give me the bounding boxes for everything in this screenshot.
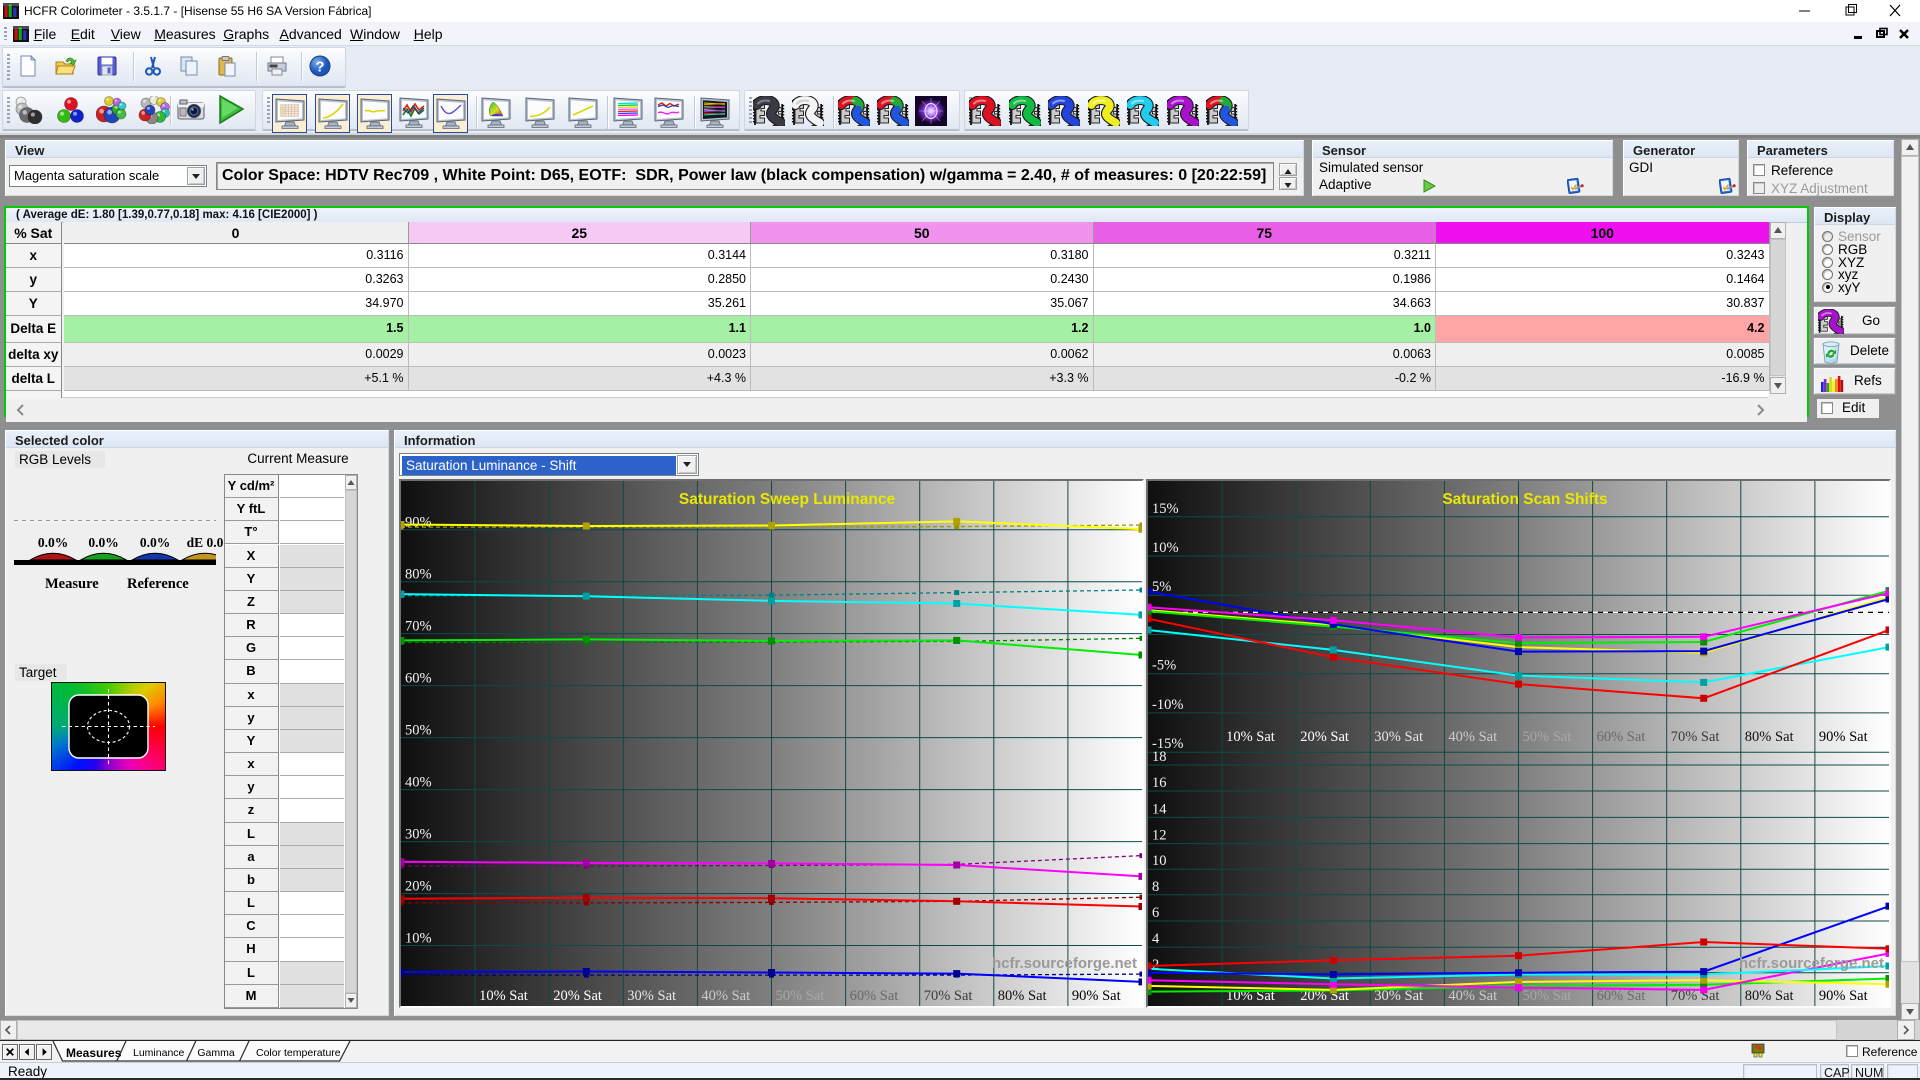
svg-text:40% Sat: 40% Sat: [1448, 729, 1497, 745]
svg-text:10%: 10%: [1152, 540, 1179, 556]
svg-text:18: 18: [1152, 749, 1167, 765]
svg-text:15%: 15%: [1152, 501, 1179, 517]
svg-text:30% Sat: 30% Sat: [627, 988, 676, 1004]
svg-text:80% Sat: 80% Sat: [1745, 988, 1794, 1004]
svg-text:90%: 90%: [405, 515, 432, 531]
svg-text:hcfr.sourceforge.net: hcfr.sourceforge.net: [992, 955, 1137, 972]
svg-text:60%: 60%: [405, 671, 432, 687]
svg-text:60% Sat: 60% Sat: [850, 988, 899, 1004]
svg-text:30% Sat: 30% Sat: [1374, 729, 1423, 745]
svg-text:20% Sat: 20% Sat: [553, 988, 602, 1004]
svg-text:50% Sat: 50% Sat: [1523, 988, 1572, 1004]
svg-text:90% Sat: 90% Sat: [1819, 988, 1868, 1004]
svg-text:12: 12: [1152, 828, 1167, 844]
svg-text:70%: 70%: [405, 619, 432, 635]
svg-text:50% Sat: 50% Sat: [776, 988, 825, 1004]
svg-text:90% Sat: 90% Sat: [1819, 729, 1868, 745]
svg-text:hcfr.sourceforge.net: hcfr.sourceforge.net: [1739, 955, 1884, 972]
svg-text:40% Sat: 40% Sat: [701, 988, 750, 1004]
svg-text:20% Sat: 20% Sat: [1300, 729, 1349, 745]
svg-text:16: 16: [1152, 775, 1167, 791]
svg-text:80% Sat: 80% Sat: [998, 988, 1047, 1004]
svg-text:60% Sat: 60% Sat: [1597, 729, 1646, 745]
svg-text:50%: 50%: [405, 723, 432, 739]
svg-text:10%: 10%: [405, 931, 432, 947]
svg-text:-10%: -10%: [1152, 697, 1183, 713]
svg-text:?: ?: [315, 59, 324, 76]
svg-text:70% Sat: 70% Sat: [1671, 729, 1720, 745]
svg-text:20%: 20%: [405, 879, 432, 895]
svg-text:-5%: -5%: [1152, 658, 1176, 674]
svg-text:90% Sat: 90% Sat: [1072, 988, 1121, 1004]
svg-text:10: 10: [1152, 853, 1167, 869]
svg-text:4: 4: [1152, 931, 1160, 947]
svg-text:Saturation Scan Shifts: Saturation Scan Shifts: [1442, 491, 1607, 508]
svg-text:40%: 40%: [405, 775, 432, 791]
svg-text:60% Sat: 60% Sat: [1597, 988, 1646, 1004]
svg-text:30%: 30%: [405, 827, 432, 843]
svg-text:10% Sat: 10% Sat: [1226, 729, 1275, 745]
svg-text:6: 6: [1152, 905, 1159, 921]
svg-text:14: 14: [1152, 801, 1167, 817]
svg-text:30% Sat: 30% Sat: [1374, 988, 1423, 1004]
svg-text:8: 8: [1152, 879, 1159, 895]
svg-text:40% Sat: 40% Sat: [1448, 988, 1497, 1004]
svg-text:70% Sat: 70% Sat: [924, 988, 973, 1004]
svg-text:80% Sat: 80% Sat: [1745, 729, 1794, 745]
svg-text:10% Sat: 10% Sat: [479, 988, 528, 1004]
svg-text:80%: 80%: [405, 567, 432, 583]
svg-text:Saturation Sweep Luminance: Saturation Sweep Luminance: [679, 491, 896, 508]
svg-text:50% Sat: 50% Sat: [1523, 729, 1572, 745]
